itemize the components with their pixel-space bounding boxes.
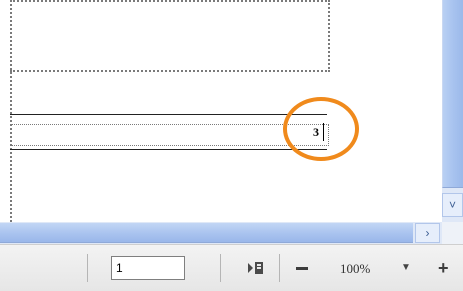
scroll-right-button[interactable]: › [415,223,440,243]
annotation-highlight-circle [283,97,359,161]
status-separator [279,254,280,282]
chevron-right-icon: › [425,226,430,240]
page-number-input[interactable] [111,256,185,280]
status-bar [0,244,463,291]
vertical-scrollbar-thumb[interactable] [442,0,463,188]
report-header-section[interactable] [10,0,330,72]
text-field-box[interactable] [10,124,329,146]
zoom-level-value[interactable]: 100% [340,261,370,277]
status-separator [87,254,88,282]
table-border-top [10,114,327,115]
page-navigation-icon[interactable] [247,261,265,280]
scroll-down-button[interactable]: ˅ [442,193,463,217]
chevron-down-icon: ˅ [448,198,456,212]
horizontal-scrollbar-thumb[interactable] [0,223,413,243]
status-separator [220,254,221,282]
zoom-out-icon[interactable] [296,267,308,270]
scrollbar-corner [442,222,463,244]
table-border-bottom [10,149,327,150]
zoom-in-icon[interactable]: + [438,258,449,279]
zoom-dropdown-icon[interactable]: ▼ [401,262,411,273]
